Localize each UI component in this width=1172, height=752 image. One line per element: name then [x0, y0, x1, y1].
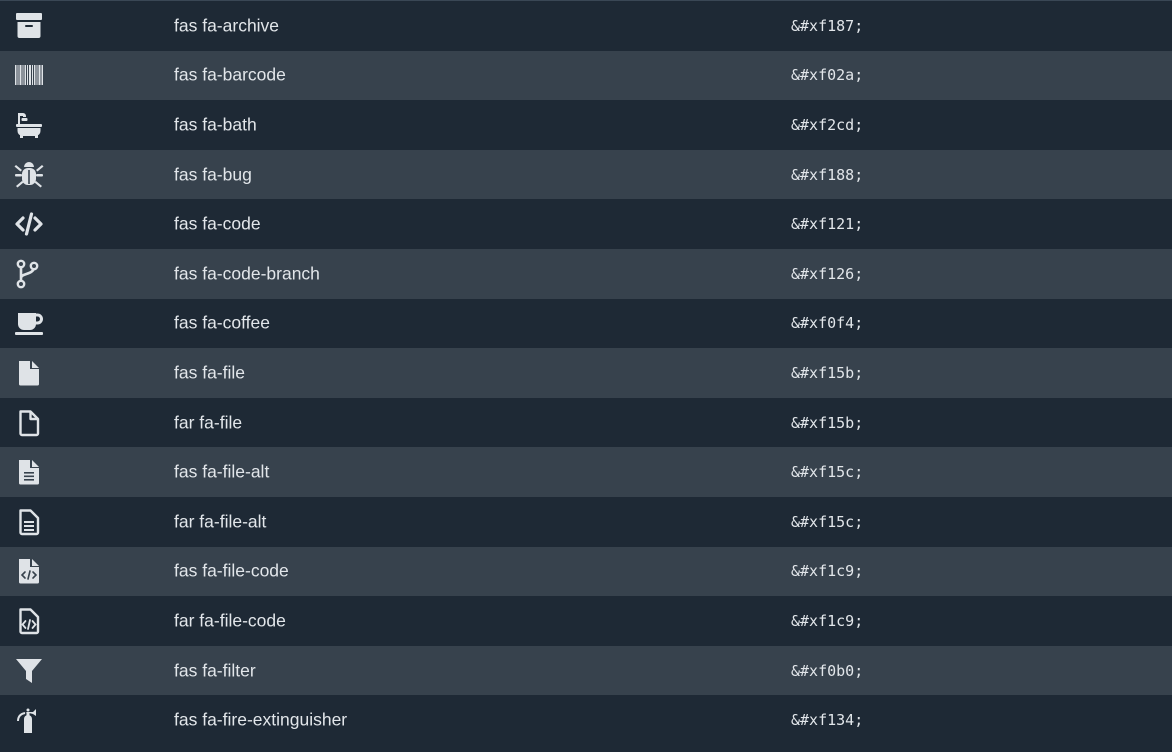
table-row: fas fa-filter &#xf0b0;: [0, 645, 1172, 696]
table-row: fas fa-file &#xf15b;: [0, 348, 1172, 398]
icon-class-name: fas fa-file: [174, 362, 245, 383]
icon-unicode-entity: &#xf0f4;: [791, 314, 864, 333]
icon-unicode-entity: &#xf2cd;: [791, 115, 864, 134]
icon-reference-table: fas fa-archive &#xf187; fas fa-barcode &…: [0, 0, 1172, 752]
icon-unicode-entity: &#xf1c9;: [791, 562, 864, 581]
icon-class-name: fas fa-bath: [174, 114, 257, 135]
bath-icon: [14, 110, 44, 140]
table-row: fas fa-bath &#xf2cd;: [0, 100, 1172, 150]
icon-class-name: fas fa-file-alt: [174, 461, 270, 482]
archive-icon: [14, 11, 44, 41]
icon-unicode-entity: &#xf0b0;: [791, 661, 864, 680]
table-row: far fa-file-code &#xf1c9;: [0, 596, 1172, 646]
icon-unicode-entity: &#xf15c;: [791, 512, 864, 531]
icon-unicode-entity: &#xf15b;: [791, 363, 864, 382]
file-solid-icon: [14, 358, 44, 388]
icon-class-name: fas fa-file-code: [174, 560, 289, 581]
icon-unicode-entity: &#xf15b;: [791, 413, 864, 432]
icon-unicode-entity: &#xf15c;: [791, 463, 864, 482]
table-row: fas fa-barcode &#xf02a;: [0, 50, 1172, 101]
table-row: fas fa-archive &#xf187;: [0, 1, 1172, 51]
table-row: fas fa-code &#xf121;: [0, 199, 1172, 249]
table-row: fas fa-coffee &#xf0f4;: [0, 298, 1172, 349]
icon-class-name: fas fa-archive: [174, 15, 280, 36]
file-code-solid-icon: [14, 556, 44, 586]
file-regular-icon: [14, 408, 44, 438]
icon-class-name: fas fa-coffee: [174, 312, 270, 333]
code-icon: [14, 209, 44, 239]
coffee-icon: [14, 308, 44, 338]
code-branch-icon: [14, 259, 44, 289]
table-row: fas fa-file-code &#xf1c9;: [0, 546, 1172, 597]
icon-class-name: far fa-file-code: [174, 610, 286, 631]
icon-unicode-entity: &#xf187;: [791, 16, 864, 35]
file-code-regular-icon: [14, 606, 44, 636]
icon-class-name: fas fa-barcode: [174, 64, 286, 85]
fire-extinguisher-icon: [14, 705, 44, 735]
icon-unicode-entity: &#xf1c9;: [791, 611, 864, 630]
icon-unicode-entity: &#xf02a;: [791, 66, 864, 85]
icon-class-name: fas fa-filter: [174, 660, 256, 681]
icon-class-name: fas fa-code-branch: [174, 263, 320, 284]
filter-icon: [14, 656, 44, 686]
table-row: fas fa-bug &#xf188;: [0, 149, 1172, 200]
table-row: fas fa-file-alt &#xf15c;: [0, 447, 1172, 497]
icon-class-name: fas fa-code: [174, 213, 261, 234]
icon-class-name: fas fa-fire-extinguisher: [174, 709, 348, 730]
icon-unicode-entity: &#xf121;: [791, 215, 864, 234]
table-row: fas fa-fire-extinguisher &#xf134;: [0, 695, 1172, 745]
table-row: far fa-file-alt &#xf15c;: [0, 496, 1172, 547]
icon-unicode-entity: &#xf126;: [791, 264, 864, 283]
bug-icon: [14, 160, 44, 190]
icon-unicode-entity: &#xf134;: [791, 711, 864, 730]
icon-class-name: far fa-file: [174, 412, 243, 433]
table-row: far fa-file &#xf15b;: [0, 397, 1172, 448]
file-alt-regular-icon: [14, 507, 44, 537]
icon-unicode-entity: &#xf188;: [791, 165, 864, 184]
icon-class-name: fas fa-bug: [174, 164, 252, 185]
file-alt-solid-icon: [14, 457, 44, 487]
barcode-icon: [14, 60, 44, 90]
table-row: fas fa-code-branch &#xf126;: [0, 248, 1172, 299]
icon-class-name: far fa-file-alt: [174, 511, 267, 532]
